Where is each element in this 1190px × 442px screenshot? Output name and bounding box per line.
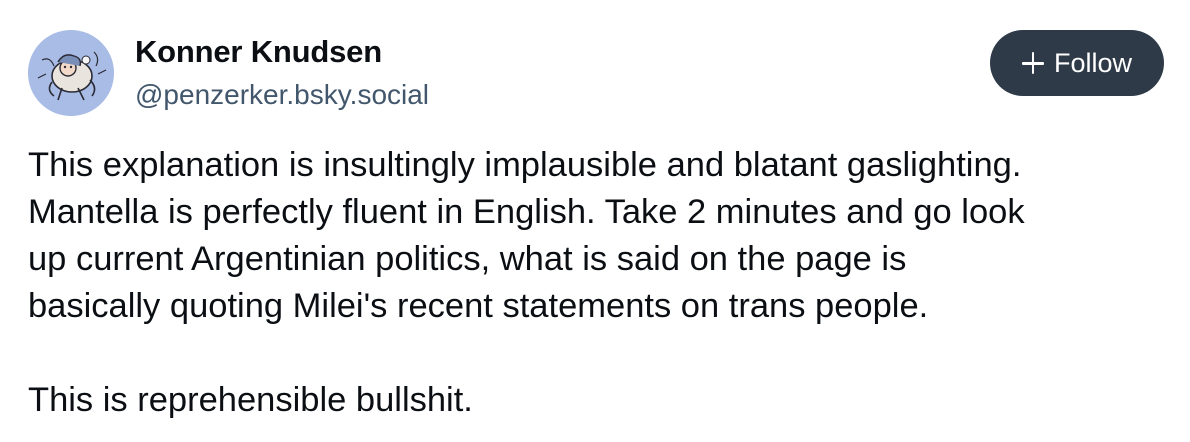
- author-names: Konner Knudsen @penzerker.bsky.social: [135, 32, 429, 114]
- follow-button[interactable]: Follow: [990, 30, 1164, 96]
- plus-icon: [1021, 52, 1044, 74]
- post-card: Konner Knudsen @penzerker.bsky.social Fo…: [0, 0, 1190, 442]
- follow-button-label: Follow: [1053, 47, 1133, 78]
- author-avatar[interactable]: [28, 30, 114, 116]
- post-paragraph: This is reprehensible bullshit.: [28, 381, 473, 419]
- author-handle[interactable]: @penzerker.bsky.social: [135, 76, 429, 114]
- post-text: This explanation is insultingly implausi…: [28, 142, 1168, 424]
- cartoon-character-avatar-icon: [28, 30, 114, 116]
- post-header: Konner Knudsen @penzerker.bsky.social Fo…: [28, 28, 1164, 118]
- post-paragraph: This explanation is insultingly implausi…: [28, 146, 1025, 325]
- author-display-name[interactable]: Konner Knudsen: [135, 32, 429, 72]
